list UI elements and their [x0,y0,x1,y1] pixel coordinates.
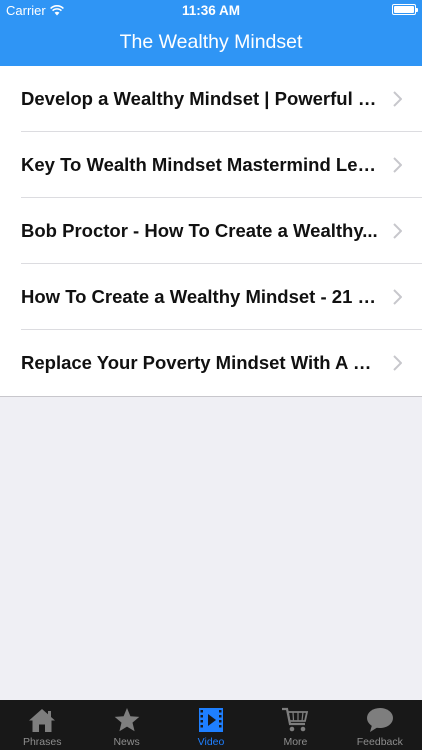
tab-video[interactable]: Video [169,700,253,750]
battery-icon [392,4,418,15]
video-list: Develop a Wealthy Mindset | Powerful S..… [0,66,422,397]
nav-bar: The Wealthy Mindset [0,22,422,66]
tab-feedback[interactable]: Feedback [338,700,422,750]
video-list-item[interactable]: How To Create a Wealthy Mindset - 21 Ti.… [0,264,422,330]
tab-label: Feedback [356,736,403,748]
page-title: The Wealthy Mindset [119,31,303,53]
video-title: Bob Proctor - How To Create a Wealthy... [21,220,378,241]
tab-label: News [113,736,140,748]
star-icon [114,708,139,732]
status-time: 11:36 AM [181,3,241,18]
video-list-item[interactable]: Develop a Wealthy Mindset | Powerful S..… [0,66,422,132]
chevron-right-icon [393,355,402,371]
cart-icon [282,707,309,732]
tab-phrases[interactable]: Phrases [0,700,84,750]
video-list-item[interactable]: Replace Your Poverty Mindset With A W... [0,330,422,396]
app-screen: Carrier 11:36 AM The Wealthy Mindset Dev… [0,0,422,750]
header: Carrier 11:36 AM The Wealthy Mindset [0,0,422,66]
video-title: Develop a Wealthy Mindset | Powerful S..… [21,88,379,109]
video-list-item[interactable]: Key To Wealth Mindset Mastermind Les... [0,132,422,198]
tab-label: More [283,736,308,748]
speech-bubble-icon [366,708,393,732]
chevron-right-icon [393,289,402,305]
tab-bar: Phrases News Video More Feedback [0,700,422,750]
video-title: Key To Wealth Mindset Mastermind Les... [21,154,379,175]
chevron-right-icon [393,223,402,239]
video-list-item[interactable]: Bob Proctor - How To Create a Wealthy... [0,198,422,264]
video-title: How To Create a Wealthy Mindset - 21 Ti.… [21,286,379,307]
chevron-right-icon [393,157,402,173]
tab-label: Phrases [22,736,62,748]
tab-label: Video [197,736,225,748]
tab-news[interactable]: News [84,700,168,750]
chevron-right-icon [393,91,402,107]
house-icon [29,709,56,732]
tab-more[interactable]: More [253,700,337,750]
video-title: Replace Your Poverty Mindset With A W... [21,352,379,373]
status-bar: Carrier 11:36 AM [0,0,422,22]
film-icon [199,708,224,732]
